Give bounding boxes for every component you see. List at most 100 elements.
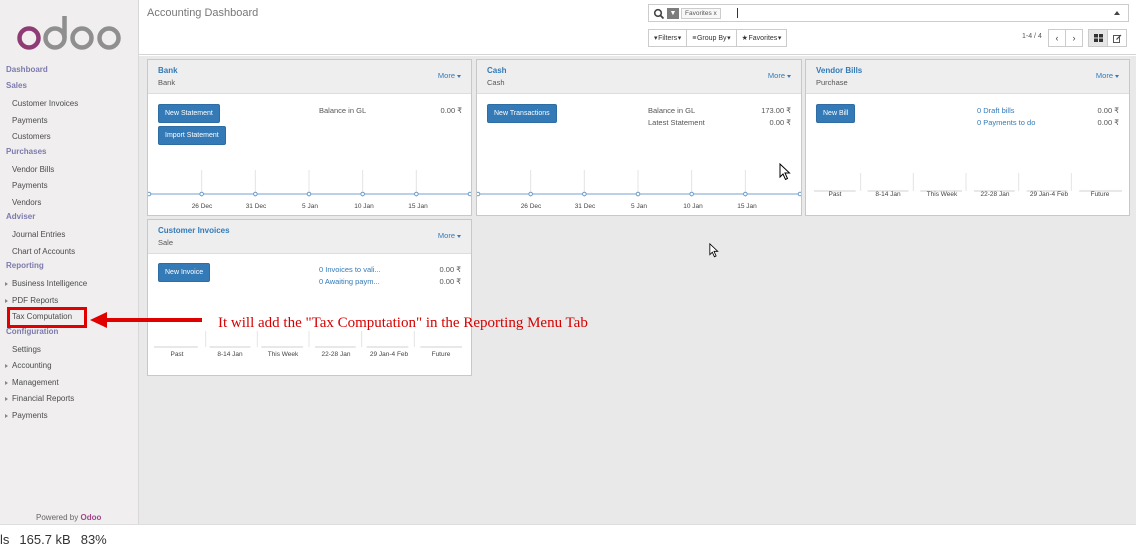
menu-item-customer-invoices[interactable]: Customer Invoices bbox=[0, 96, 139, 113]
pager-value[interactable]: 1-4 / 4 bbox=[1022, 33, 1042, 40]
search-options-toggle[interactable] bbox=[1114, 11, 1120, 15]
card-title[interactable]: Bank bbox=[158, 66, 178, 75]
balance-gl-value: 173.00 ₹ bbox=[761, 106, 791, 115]
balance-gl-value: 0.00 ₹ bbox=[440, 106, 462, 115]
pager-previous-button[interactable]: ‹ bbox=[1048, 29, 1066, 47]
menu-item-settings[interactable]: Settings bbox=[0, 342, 139, 359]
filter-icon: ▼ bbox=[667, 8, 679, 19]
axis-label: Past bbox=[828, 191, 842, 198]
status-truncated-text: ls bbox=[0, 532, 10, 547]
app-sidebar: Dashboard Sales Customer Invoices Payments C… bbox=[0, 0, 139, 524]
balance-gl-label: Balance in GL bbox=[648, 106, 696, 115]
text-cursor bbox=[737, 8, 738, 18]
caret-down-icon: ▾ bbox=[677, 35, 682, 42]
menu-item-chart-of-accounts[interactable]: Chart of Accounts bbox=[0, 244, 139, 261]
menu-item-management[interactable]: Management bbox=[0, 375, 139, 392]
search-facet[interactable]: ▼ Favorites x bbox=[667, 8, 721, 19]
new-invoice-button[interactable]: New Invoice bbox=[158, 263, 211, 282]
invoices-to-validate-link[interactable]: 0 Invoices to vali... bbox=[319, 265, 381, 274]
dashboard-content: Bank Bank More New Statement Import Stat… bbox=[139, 56, 1136, 524]
menu-category-sales[interactable]: Sales bbox=[0, 80, 139, 92]
menu-item-vendor-bills[interactable]: Vendor Bills bbox=[0, 162, 139, 179]
menu-item-payments[interactable]: Payments bbox=[0, 113, 139, 130]
powered-prefix: Powered by bbox=[36, 513, 79, 522]
favorites-button[interactable]: ★ Favorites ▾ bbox=[735, 29, 788, 47]
menu-item-vendors[interactable]: Vendors bbox=[0, 195, 139, 212]
menu-item-payments[interactable]: Payments bbox=[0, 408, 139, 425]
axis-label: 29 Jan-4 Feb bbox=[369, 351, 409, 358]
star-icon: ★ bbox=[741, 35, 749, 42]
status-size: 165.7 kB bbox=[19, 532, 71, 547]
journal-card-vendor-bills: Vendor Bills Purchase More New Bill 0 Dr… bbox=[805, 59, 1130, 216]
card-header: Cash Cash More bbox=[477, 60, 801, 94]
axis-label: 31 Dec bbox=[245, 203, 267, 210]
caret-down-icon: ▾ bbox=[777, 35, 782, 42]
menu-category-reporting[interactable]: Reporting bbox=[0, 260, 139, 272]
facet-label: Favorites x bbox=[681, 8, 721, 19]
chevron-left-icon: ‹ bbox=[1055, 33, 1059, 43]
odoo-logo[interactable] bbox=[16, 12, 122, 52]
caret-down-icon: ▾ bbox=[726, 35, 731, 42]
axis-label: 26 Dec bbox=[520, 203, 542, 210]
mouse-pointer-icon bbox=[709, 243, 719, 258]
menu-category-purchases[interactable]: Purchases bbox=[0, 146, 139, 158]
search-bar[interactable]: ▼ Favorites x bbox=[648, 4, 1129, 22]
highlight-box bbox=[7, 307, 87, 328]
axis-label: 10 Jan bbox=[354, 203, 374, 210]
import-statement-button[interactable]: Import Statement bbox=[158, 126, 226, 145]
awaiting-payment-value: 0.00 ₹ bbox=[439, 277, 461, 286]
menu-item-financial-reports[interactable]: Financial Reports bbox=[0, 391, 139, 408]
groupby-button[interactable]: ≡ Group By ▾ bbox=[686, 29, 737, 47]
axis-label: 8-14 Jan bbox=[875, 191, 901, 198]
axis-label: 22-28 Jan bbox=[980, 191, 1010, 198]
more-dropdown[interactable]: More bbox=[1096, 71, 1119, 80]
form-view-button[interactable] bbox=[1107, 29, 1127, 47]
chevron-right-icon: › bbox=[1072, 33, 1076, 43]
new-statement-button[interactable]: New Statement bbox=[158, 104, 220, 123]
payments-to-do-link[interactable]: 0 Payments to do bbox=[977, 118, 1035, 127]
filters-button[interactable]: ▾ Filters ▾ bbox=[648, 29, 688, 47]
kanban-icon bbox=[1093, 34, 1103, 42]
journal-card-bank: Bank Bank More New Statement Import Stat… bbox=[147, 59, 472, 216]
menu-item-customers[interactable]: Customers bbox=[0, 129, 139, 146]
new-bill-button[interactable]: New Bill bbox=[816, 104, 856, 123]
axis-label: Past bbox=[170, 351, 184, 358]
draft-bills-link[interactable]: 0 Draft bills bbox=[977, 106, 1015, 115]
card-subtitle: Bank bbox=[158, 78, 176, 87]
draft-bills-value: 0.00 ₹ bbox=[1097, 106, 1119, 115]
card-subtitle: Sale bbox=[158, 238, 174, 247]
breadcrumb[interactable]: Accounting Dashboard bbox=[147, 7, 258, 19]
edit-icon bbox=[1112, 34, 1121, 43]
axis-label: Future bbox=[1090, 191, 1110, 198]
more-dropdown[interactable]: More bbox=[438, 71, 461, 80]
more-dropdown[interactable]: More bbox=[768, 71, 791, 80]
vendor-bar-graph bbox=[813, 173, 1123, 192]
axis-label: 26 Dec bbox=[191, 203, 213, 210]
axis-label: 29 Jan-4 Feb bbox=[1029, 191, 1069, 198]
facet-remove[interactable]: x bbox=[714, 10, 717, 17]
new-transactions-button[interactable]: New Transactions bbox=[487, 104, 557, 123]
powered-brand-link[interactable]: Odoo bbox=[80, 513, 101, 522]
menu-category-dashboard[interactable]: Dashboard bbox=[0, 64, 139, 76]
menu-item-business-intelligence[interactable]: Business Intelligence bbox=[0, 276, 139, 293]
kanban-view-button[interactable] bbox=[1088, 29, 1108, 47]
latest-statement-value: 0.00 ₹ bbox=[769, 118, 791, 127]
menu-item-payments[interactable]: Payments bbox=[0, 178, 139, 195]
card-header: Bank Bank More bbox=[148, 60, 471, 94]
card-title[interactable]: Cash bbox=[487, 66, 507, 75]
journal-card-customer-invoices: Customer Invoices Sale More New Invoice … bbox=[147, 219, 472, 376]
card-title[interactable]: Customer Invoices bbox=[158, 226, 230, 235]
menu-item-accounting[interactable]: Accounting bbox=[0, 358, 139, 375]
card-title[interactable]: Vendor Bills bbox=[816, 66, 862, 75]
card-subtitle: Purchase bbox=[816, 78, 848, 87]
menu-item-journal-entries[interactable]: Journal Entries bbox=[0, 227, 139, 244]
card-subtitle: Cash bbox=[487, 78, 505, 87]
axis-label: 15 Jan bbox=[737, 203, 757, 210]
awaiting-payment-link[interactable]: 0 Awaiting paym... bbox=[319, 277, 380, 286]
annotation-arrow-icon bbox=[90, 312, 202, 328]
more-dropdown[interactable]: More bbox=[438, 231, 461, 240]
pager-next-button[interactable]: › bbox=[1065, 29, 1083, 47]
menu-category-adviser[interactable]: Adviser bbox=[0, 211, 139, 223]
invoices-to-validate-value: 0.00 ₹ bbox=[439, 265, 461, 274]
axis-label: 22-28 Jan bbox=[321, 351, 351, 358]
